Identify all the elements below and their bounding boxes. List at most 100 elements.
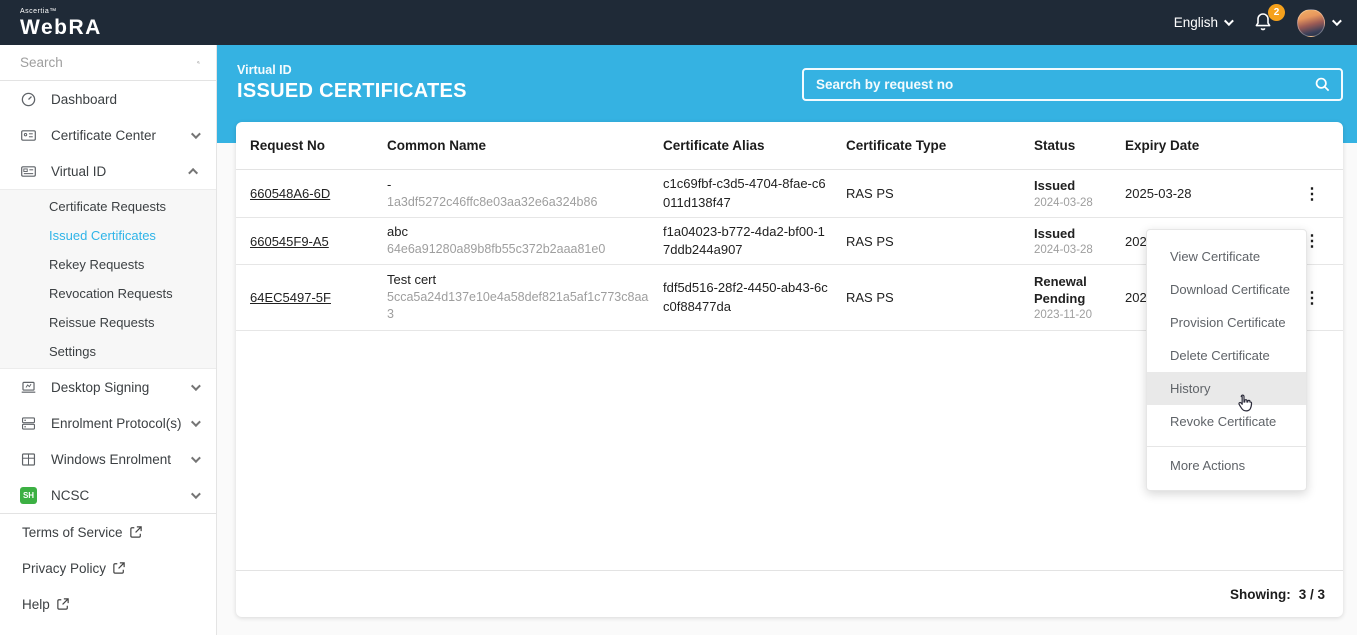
user-menu[interactable] [1297,8,1342,37]
common-name: Test cert [387,272,437,288]
external-link-icon [57,598,69,610]
menu-item-view-certificate[interactable]: View Certificate [1147,240,1306,273]
common-name-hash: 5cca5a24d137e10e4a58def821a5af1c773c8aa3 [387,290,649,321]
submenu-label: Revocation Requests [49,286,173,301]
sidebar-item-certificate-center[interactable]: Certificate Center [0,117,216,153]
sidebar-item-label: Windows Enrolment [51,451,172,467]
menu-divider [1147,446,1306,447]
windows-enrolment-icon [21,452,36,466]
search-icon[interactable] [1314,76,1331,93]
request-no-link[interactable]: 64EC5497-5F [250,290,331,305]
link-help[interactable]: Help [0,586,216,622]
sidebar-item-label: Virtual ID [51,163,107,179]
sidebar-item-ncsc[interactable]: SH NCSC [0,477,216,513]
common-name: - [387,176,392,192]
table-row: 660548A6-6D - 1a3df5272c46ffc8e03aa32e6a… [236,170,1343,218]
webra-app: Ascertia™ WebRA English 2 Search Dashboa… [0,0,1357,635]
col-certificate-alias: Certificate Alias [663,138,765,153]
chevron-down-icon [190,452,201,463]
language-selector[interactable]: English [1174,15,1234,30]
row-actions-context-menu: View Certificate Download Certificate Pr… [1146,229,1307,491]
common-name-hash: 64e6a91280a89b8fb55c372b2aaa81e0 [387,242,606,257]
chevron-down-icon [190,380,201,391]
col-expiry-date: Expiry Date [1125,138,1200,153]
enrolment-protocols-icon [21,416,36,430]
row-actions-menu-button[interactable]: ⋮ [1295,184,1343,204]
external-link-icon [113,562,125,574]
menu-item-delete-certificate[interactable]: Delete Certificate [1147,339,1306,372]
chevron-down-icon [1331,16,1342,27]
submenu-item-issued-certificates[interactable]: Issued Certificates [0,221,216,250]
sidebar-item-dashboard[interactable]: Dashboard [0,81,216,117]
submenu-item-revocation-requests[interactable]: Revocation Requests [0,279,216,308]
sidebar-item-label: Enrolment Protocol(s) [51,415,182,431]
table-header-row: Request No Common Name Certificate Alias… [236,122,1343,170]
menu-item-revoke-certificate[interactable]: Revoke Certificate [1147,405,1306,438]
request-no-link[interactable]: 660548A6-6D [250,186,330,201]
common-name-hash: 1a3df5272c46ffc8e03aa32e6a324b86 [387,194,598,209]
avatar [1297,8,1325,37]
col-certificate-type: Certificate Type [846,138,947,153]
submenu-item-rekey-requests[interactable]: Rekey Requests [0,250,216,279]
certificate-alias: f1a04023-b772-4da2-bf00-17ddb244a907 [663,223,825,257]
sidebar-search-input[interactable] [20,55,197,70]
chevron-down-icon [1223,16,1234,27]
showing-label: Showing: [1229,586,1291,602]
showing-value: 3 / 3 [1298,586,1325,602]
chevron-down-icon [190,488,201,499]
menu-item-more-actions[interactable]: More Actions [1147,449,1306,482]
submenu-label: Settings [49,344,96,359]
submenu-label: Reissue Requests [49,315,155,330]
common-name: abc [387,224,408,240]
request-no-link[interactable]: 660545F9-A5 [250,234,329,249]
status-date: 2023-11-20 [1034,308,1092,321]
submenu-item-reissue-requests[interactable]: Reissue Requests [0,308,216,337]
certificate-type: RAS PS [846,290,894,305]
chevron-down-icon [190,128,201,139]
status-date: 2024-03-28 [1034,196,1093,209]
sidebar-item-virtual-id[interactable]: Virtual ID [0,153,216,189]
chevron-down-icon [190,416,201,427]
expiry-date: 2025-03-28 [1125,186,1192,201]
col-common-name: Common Name [387,138,487,153]
status-badge: Renewal Pending [1034,274,1087,306]
submenu-item-certificate-requests[interactable]: Certificate Requests [0,192,216,221]
desktop-signing-icon [21,381,36,393]
link-terms-of-service[interactable]: Terms of Service [0,514,216,550]
page-title: ISSUED CERTIFICATES [237,80,467,102]
submenu-label: Rekey Requests [49,257,145,272]
link-about[interactable]: About [0,622,216,635]
request-search-box [802,68,1343,101]
brand-webra: WebRA [20,15,102,39]
status-badge: Issued [1034,225,1076,241]
footer-link-label: Help [22,596,50,612]
notification-count-badge: 2 [1268,3,1285,21]
submenu-item-settings[interactable]: Settings [0,337,216,366]
table-footer: Showing: 3 / 3 [236,570,1343,617]
sidebar-item-enrolment-protocols[interactable]: Enrolment Protocol(s) [0,405,216,441]
menu-item-history[interactable]: History [1147,372,1306,405]
col-status: Status [1034,138,1076,153]
certificate-alias: c1c69fbf-c3d5-4704-8fae-c6011d138f47 [663,176,826,210]
link-privacy-policy[interactable]: Privacy Policy [0,550,216,586]
submenu-label: Issued Certificates [49,228,156,243]
virtual-id-submenu: Certificate Requests Issued Certificates… [0,189,216,369]
sidebar-item-desktop-signing[interactable]: Desktop Signing [0,369,216,405]
search-icon[interactable] [197,54,200,71]
menu-item-download-certificate[interactable]: Download Certificate [1147,273,1306,306]
sidebar-item-windows-enrolment[interactable]: Windows Enrolment [0,441,216,477]
menu-item-provision-certificate[interactable]: Provision Certificate [1147,306,1306,339]
brand-logo: Ascertia™ WebRA [20,8,102,38]
certificate-type: RAS PS [846,186,894,201]
sidebar-item-label: NCSC [51,487,90,503]
notifications-button[interactable]: 2 [1251,3,1285,36]
request-search-input[interactable] [816,77,1314,92]
page-title-block: Virtual ID ISSUED CERTIFICATES [237,63,467,103]
footer-link-label: Terms of Service [22,524,123,540]
status-badge: Issued [1034,178,1076,194]
certificate-type: RAS PS [846,233,894,249]
sidebar-search [0,45,216,81]
sidebar-item-label: Certificate Center [51,127,157,143]
brand-ascertia: Ascertia™ [20,7,57,15]
footer-link-label: Privacy Policy [22,560,107,576]
